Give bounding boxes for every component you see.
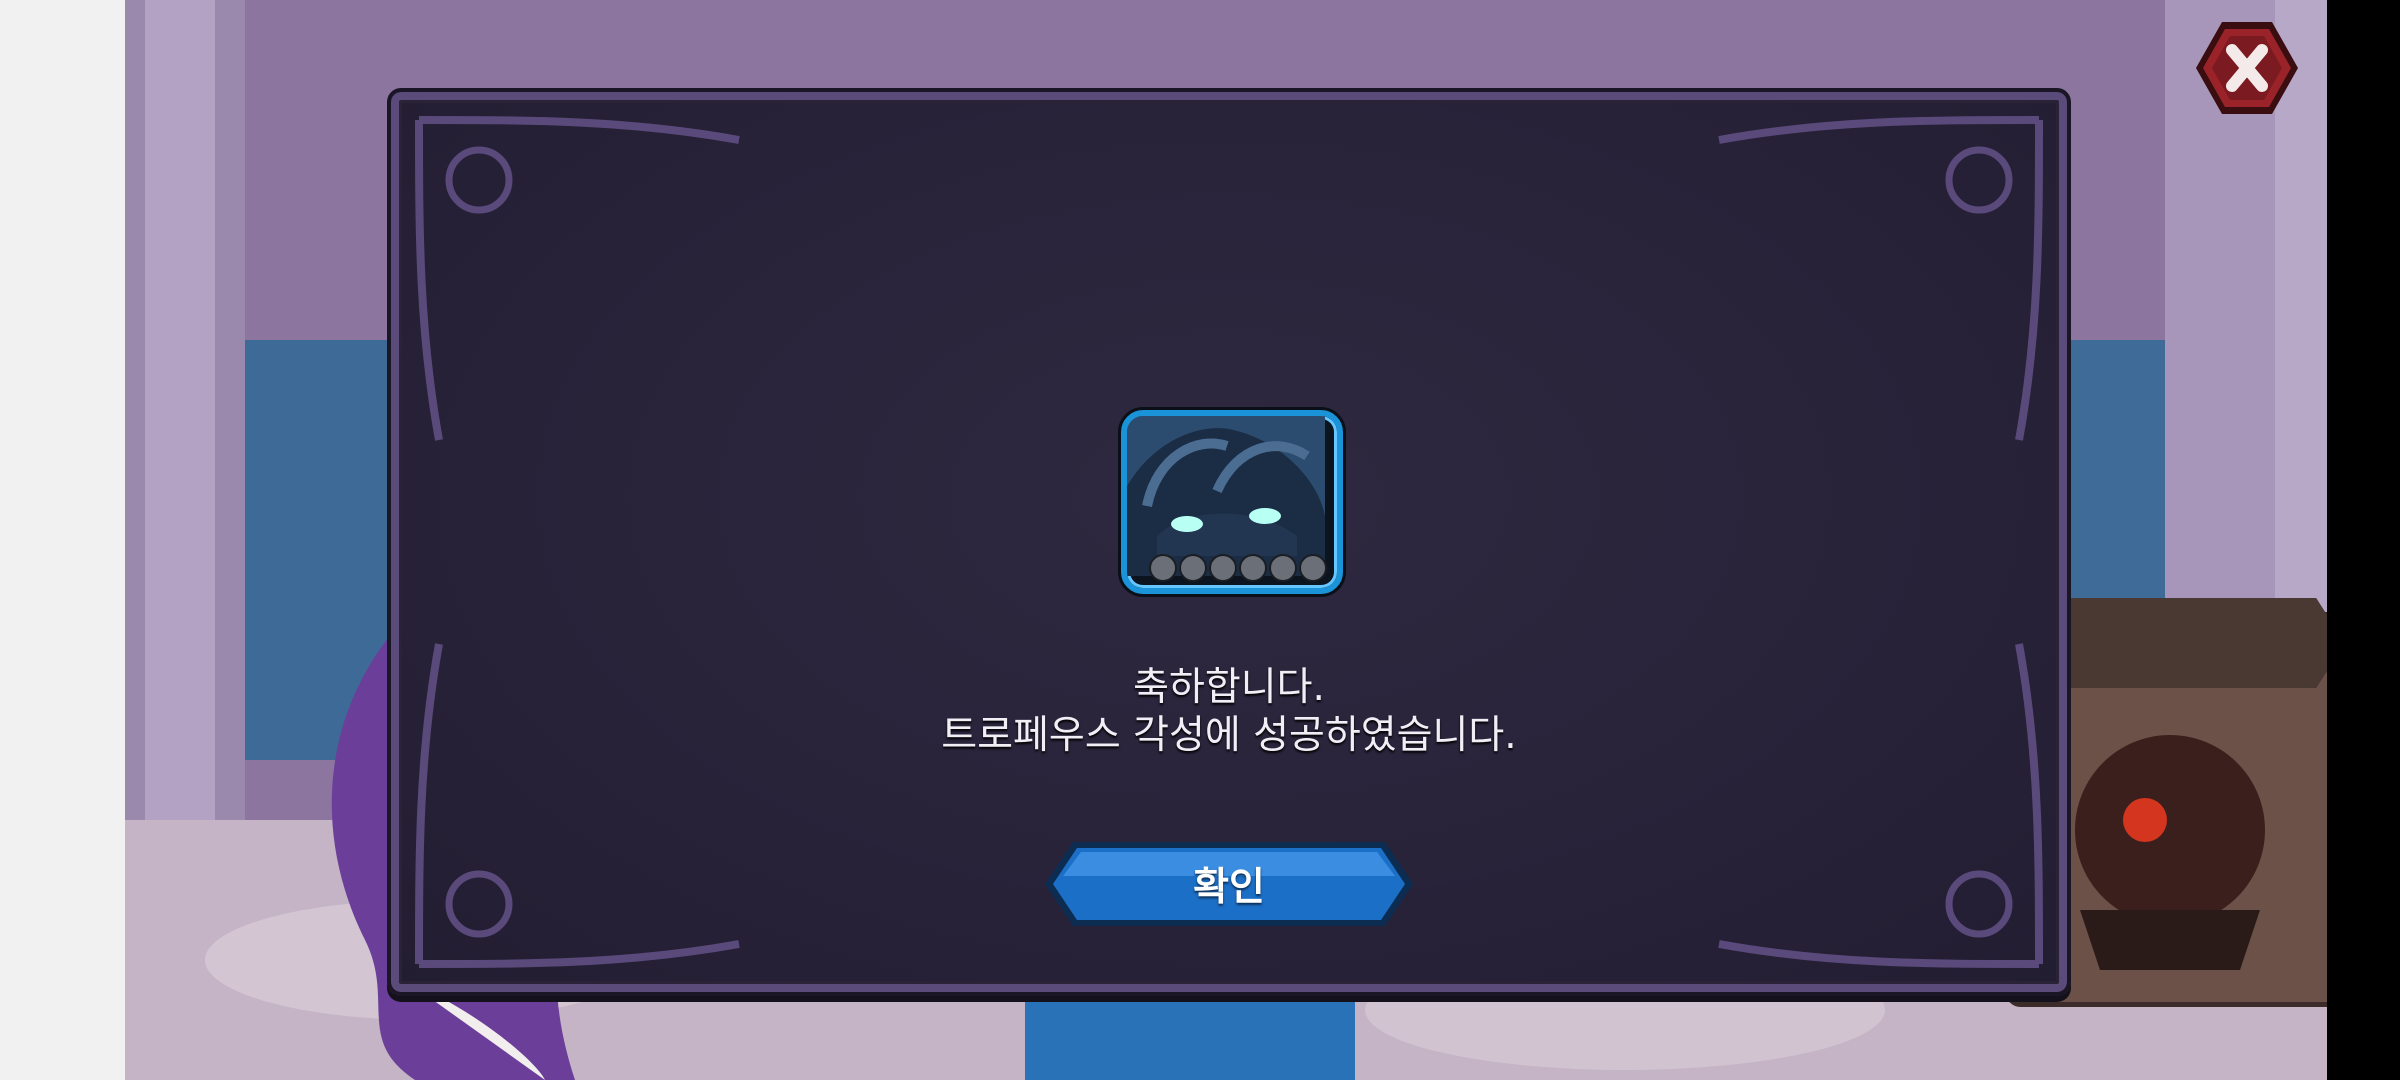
awakening-slot: [1269, 554, 1297, 582]
awakening-slot: [1209, 554, 1237, 582]
ornament-corner-top-left: [415, 116, 740, 441]
awakening-slot-row: [1149, 554, 1327, 582]
awakening-slot: [1299, 554, 1327, 582]
screen-edge-bar: [2327, 0, 2400, 1080]
result-message: 축하합니다. 트로페우스 각성에 성공하였습니다.: [391, 664, 2067, 760]
ornament-corner-top-right: [1718, 116, 2043, 441]
message-line-success: 트로페우스 각성에 성공하였습니다.: [941, 713, 1517, 758]
awakening-result-dialog: 축하합니다. 트로페우스 각성에 성공하였습니다. 확인: [387, 88, 2071, 996]
confirm-button[interactable]: 확인: [1043, 840, 1415, 928]
close-button[interactable]: [2192, 18, 2302, 118]
dragon-portrait-icon: [1127, 416, 1325, 576]
confirm-button-label: 확인: [1193, 865, 1265, 910]
close-icon: [2196, 22, 2298, 114]
creature-portrait: [1121, 410, 1343, 594]
monster-character-art: [2075, 735, 2265, 970]
awakening-slot: [1149, 554, 1177, 582]
awakening-slot: [1239, 554, 1267, 582]
awakening-slot: [1179, 554, 1207, 582]
message-line-congrats: 축하합니다.: [1133, 665, 1325, 710]
